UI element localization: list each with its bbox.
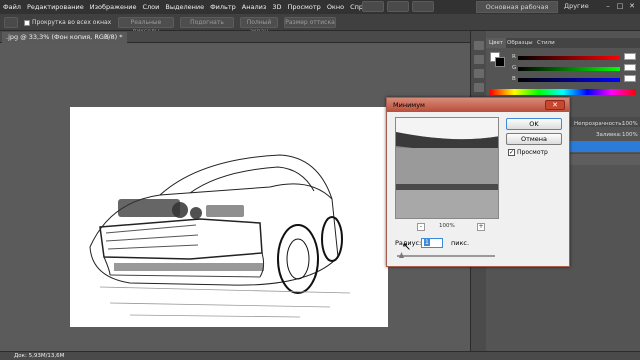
document-size-status: Док: 5,93M/13,6M: [14, 353, 65, 359]
menu-layers[interactable]: Слои: [139, 3, 162, 11]
tab-swatches[interactable]: Образцы: [504, 38, 536, 48]
workspace-button[interactable]: Основная рабочая среда: [476, 1, 558, 22]
car-sketch-image: [89, 154, 351, 318]
menu-bar: Файл Редактирование Изображение Слои Выд…: [0, 0, 640, 22]
green-label: G: [512, 65, 517, 71]
options-bar: Прокрутка во всех окнах Реальные пикселы…: [0, 14, 640, 35]
status-bar: Док: 5,93M/13,6M: [0, 351, 640, 360]
character-icon[interactable]: [474, 69, 484, 78]
blue-label: B: [512, 76, 516, 82]
preview-checkbox[interactable]: ✓: [508, 149, 515, 156]
green-value-field[interactable]: [624, 64, 636, 71]
history-icon[interactable]: [474, 41, 484, 50]
red-value-field[interactable]: [624, 53, 636, 60]
print-size-button[interactable]: Размер оттиска: [284, 17, 336, 28]
minimize-icon[interactable]: –: [604, 2, 612, 10]
fill-value[interactable]: 100%: [622, 130, 638, 140]
dialog-title-bar[interactable]: Минимум ✕: [387, 98, 569, 112]
restore-icon[interactable]: □: [616, 2, 624, 10]
arrange-documents-button[interactable]: [387, 1, 409, 12]
preview-zoom-controls: - 100% +: [417, 223, 487, 231]
menu-edit[interactable]: Редактирование: [24, 3, 87, 11]
preview-image: [396, 118, 498, 218]
menu-filter[interactable]: Фильтр: [207, 3, 239, 11]
color-ramp[interactable]: [490, 89, 636, 95]
zoom-level: 100%: [439, 223, 455, 229]
radius-slider-track[interactable]: [397, 255, 495, 257]
radius-unit: пикс.: [451, 239, 470, 247]
mouse-cursor-icon: ↖: [402, 240, 412, 253]
ok-button[interactable]: OK: [506, 118, 562, 130]
menu-3d[interactable]: 3D: [269, 3, 284, 11]
zoom-in-button[interactable]: +: [477, 223, 485, 231]
blue-value-field[interactable]: [624, 75, 636, 82]
properties-icon[interactable]: [474, 55, 484, 64]
zoom-out-button[interactable]: -: [417, 223, 425, 231]
full-screen-button[interactable]: Полный экран: [240, 17, 278, 35]
other-workspaces-button[interactable]: Другие: [564, 2, 589, 10]
menu-view[interactable]: Просмотр: [284, 3, 323, 11]
close-icon[interactable]: ✕: [628, 2, 636, 10]
radius-input[interactable]: 1: [421, 238, 443, 248]
dialog-title: Минимум: [393, 101, 425, 109]
blue-bar[interactable]: [518, 78, 620, 82]
menu-window[interactable]: Окно: [324, 3, 347, 11]
menu-analysis[interactable]: Анализ: [239, 3, 270, 11]
radius-value: 1: [424, 239, 430, 246]
actual-pixels-button[interactable]: Реальные пикселы: [118, 17, 174, 35]
selected-layer-row[interactable]: [570, 141, 640, 152]
fit-screen-button[interactable]: Подогнать: [180, 17, 234, 28]
tool-preset-picker[interactable]: [4, 17, 18, 28]
opacity-value[interactable]: 100%: [622, 119, 638, 129]
color-panel-tabs: Цвет Образцы Стили: [486, 38, 640, 48]
document-tab-bar: .jpg @ 33,3% (Фон копия, RGB/8) * ×: [0, 31, 470, 43]
menu-file[interactable]: Файл: [0, 3, 24, 11]
zoom-level-button[interactable]: [412, 1, 434, 12]
filter-preview[interactable]: [395, 117, 499, 219]
background-color-swatch[interactable]: [495, 57, 505, 67]
cancel-button[interactable]: Отмена: [506, 133, 562, 145]
tab-styles[interactable]: Стили: [534, 38, 558, 48]
preview-label: Просмотр: [517, 149, 548, 156]
dialog-close-icon[interactable]: ✕: [545, 100, 565, 110]
layer-row[interactable]: [570, 153, 640, 165]
scroll-all-label: Прокрутка во всех окнах: [32, 19, 112, 26]
opacity-label: Непрозрачность:: [574, 121, 624, 127]
brush-icon[interactable]: [474, 83, 484, 92]
red-label: R: [512, 54, 516, 60]
launch-bar: [362, 1, 434, 12]
fill-label: Заливка:: [596, 132, 622, 138]
scroll-all-windows-option[interactable]: Прокрутка во всех окнах: [24, 17, 111, 28]
menu-image[interactable]: Изображение: [87, 3, 140, 11]
tab-close-icon[interactable]: ×: [104, 32, 110, 40]
screen-mode-button[interactable]: [362, 1, 384, 12]
menu-select[interactable]: Выделение: [162, 3, 207, 11]
red-bar[interactable]: [518, 56, 620, 60]
minimum-filter-dialog: Минимум ✕ - 100% + OK Отмена ✓ Просмотр …: [386, 97, 570, 267]
scroll-all-checkbox[interactable]: [24, 19, 30, 26]
document-canvas[interactable]: [70, 107, 388, 327]
green-bar[interactable]: [518, 67, 620, 71]
